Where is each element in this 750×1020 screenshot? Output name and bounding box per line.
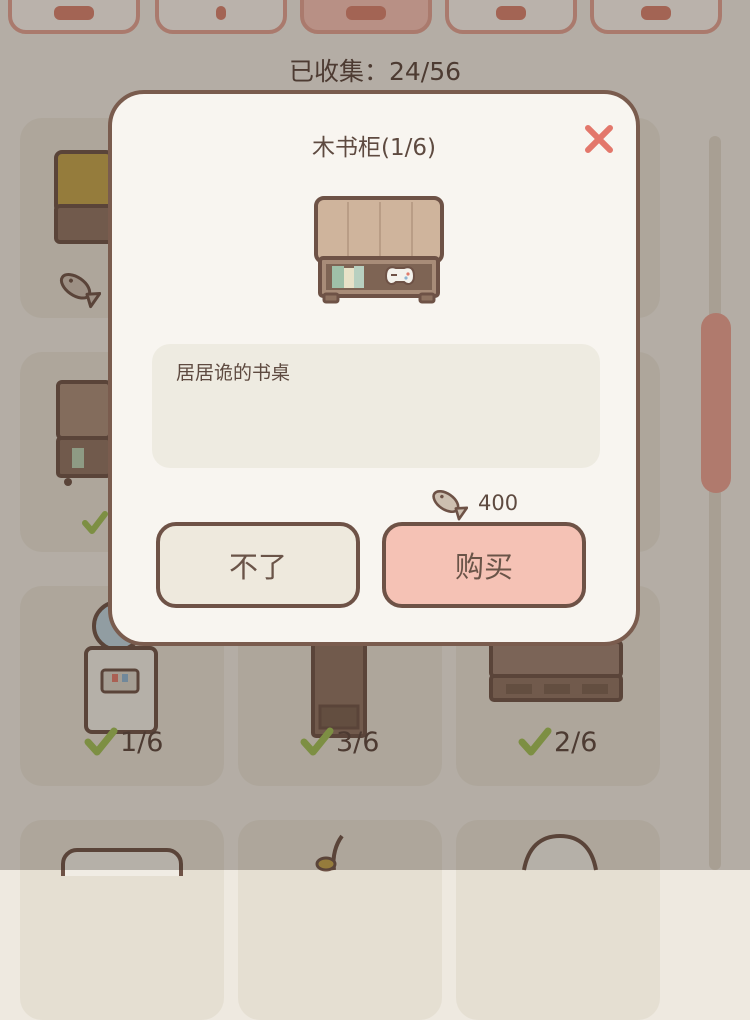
buy-button-label: 购买	[454, 550, 513, 584]
purchase-dialog: 木书柜(1/6) 居居诡的书桌 400 不了 购买	[108, 90, 640, 646]
close-icon[interactable]	[582, 122, 616, 156]
cancel-button-label: 不了	[228, 550, 287, 584]
description-box: 居居诡的书桌	[152, 344, 600, 468]
price-value: 400	[478, 491, 519, 515]
cancel-button[interactable]: 不了	[156, 522, 360, 608]
dialog-title: 木书柜(1/6)	[312, 135, 436, 161]
price-row: 400	[428, 484, 518, 522]
buy-button[interactable]: 购买	[382, 522, 586, 608]
bookcase-item-image	[314, 196, 444, 304]
fish-currency-icon	[432, 489, 468, 521]
item-description: 居居诡的书桌	[176, 362, 291, 384]
